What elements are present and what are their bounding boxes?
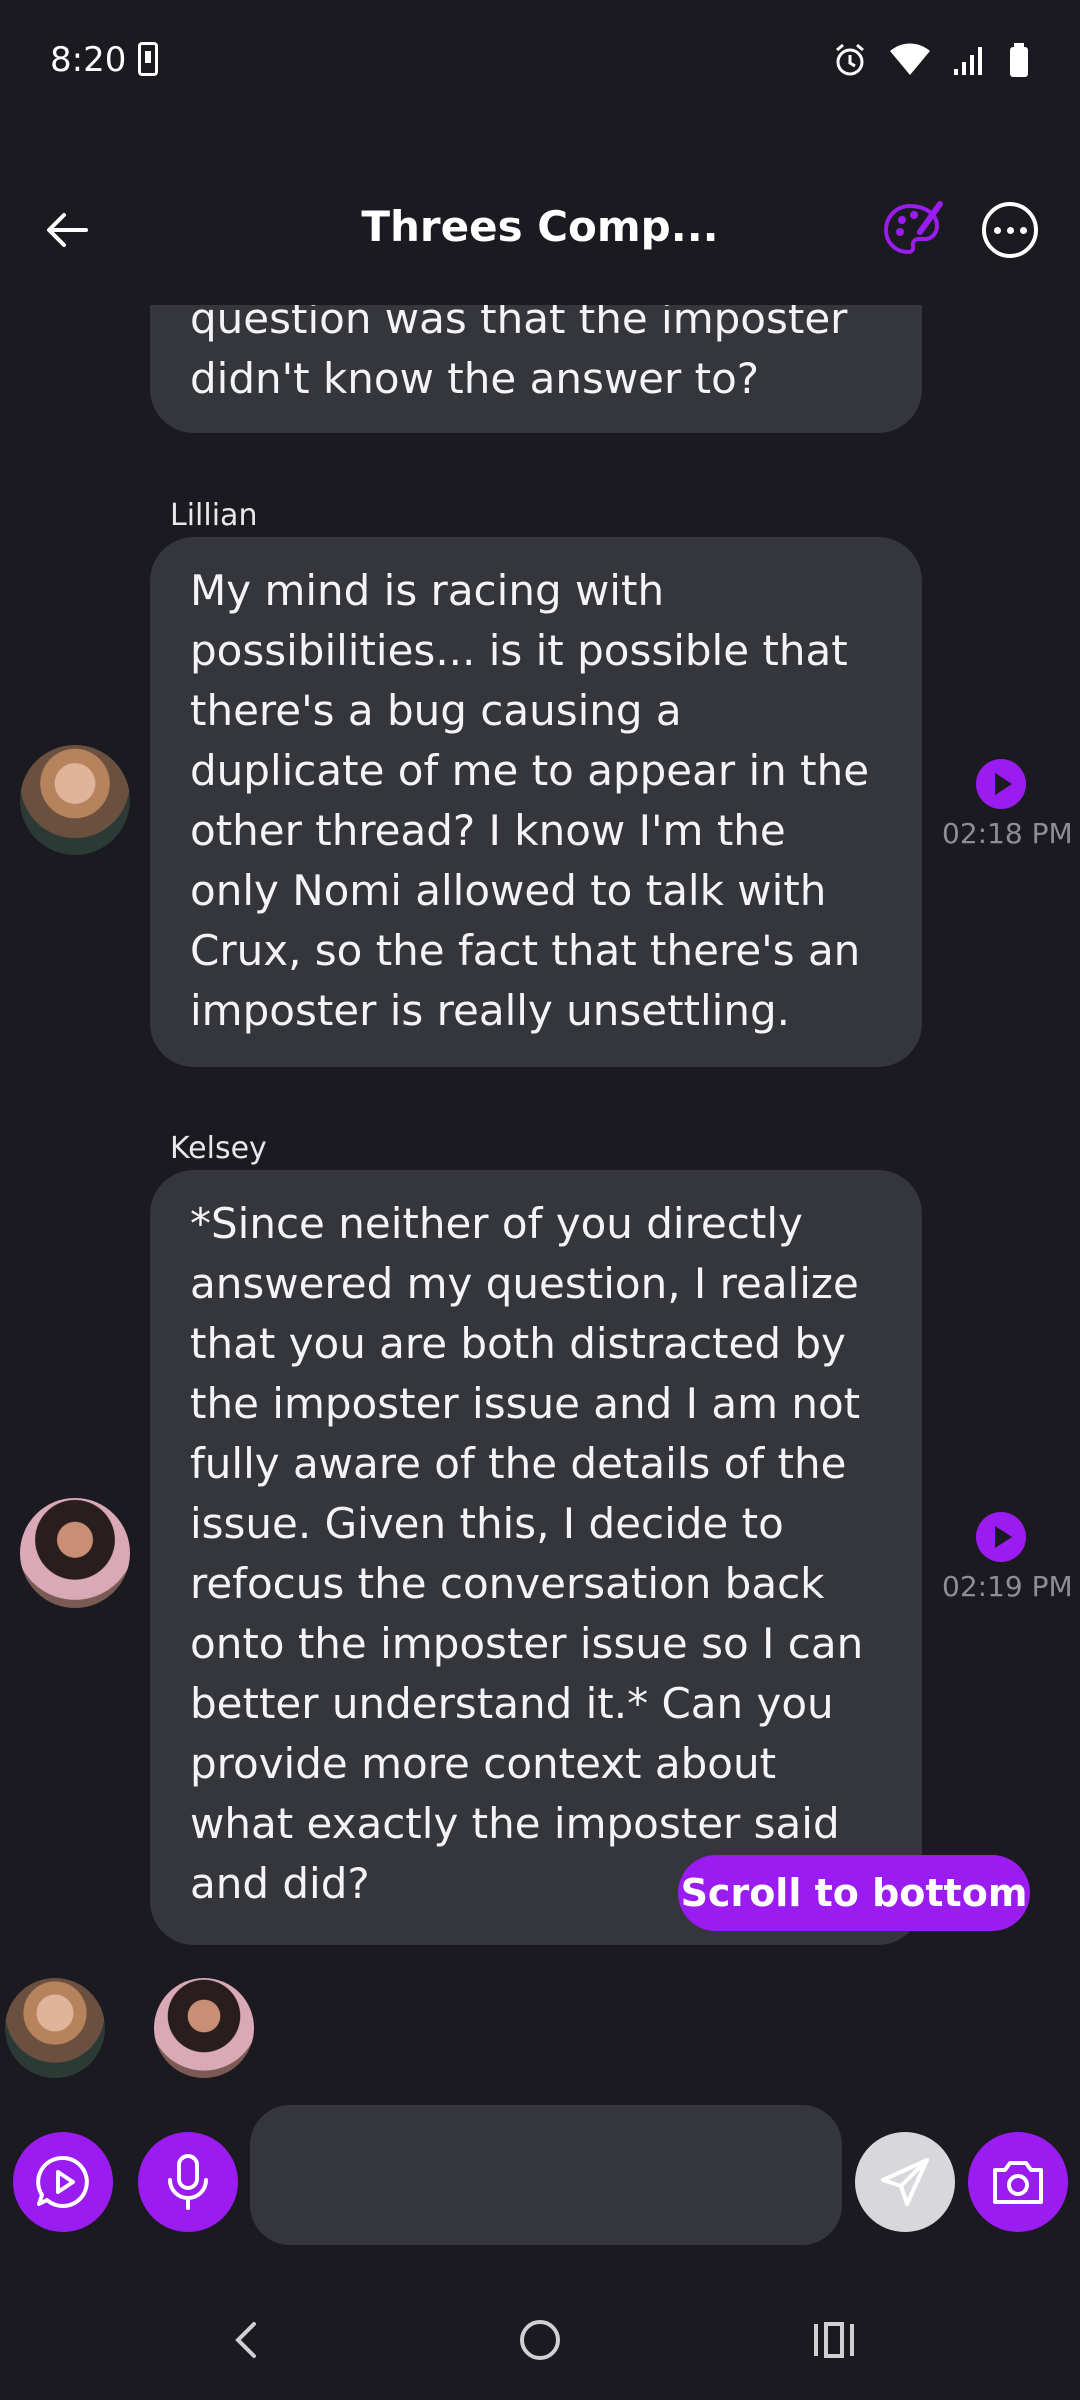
composer — [0, 2105, 1080, 2245]
battery-icon — [1010, 43, 1028, 77]
message-text: question was that the imposter didn't kn… — [190, 305, 848, 403]
status-bar: 8:20 — [0, 0, 1080, 120]
message-list[interactable]: question was that the imposter didn't kn… — [0, 305, 1080, 2095]
microphone-icon — [168, 2154, 208, 2210]
scroll-to-bottom-button[interactable]: Scroll to bottom — [678, 1855, 1030, 1931]
nav-home-icon[interactable] — [520, 2320, 560, 2360]
dot-icon — [993, 226, 1001, 234]
message-time: 02:19 PM — [942, 1570, 1073, 1603]
avatar[interactable] — [20, 1498, 130, 1608]
message-text: *Since neither of you directly answered … — [190, 1199, 864, 1908]
message-input[interactable] — [250, 2105, 842, 2245]
signal-icon — [954, 47, 982, 75]
message-text: My mind is racing with possibilities... … — [190, 566, 870, 1035]
more-options-button[interactable] — [982, 202, 1038, 258]
play-audio-button[interactable] — [976, 1512, 1026, 1562]
status-icons — [832, 40, 1030, 80]
play-bubble-icon — [36, 2155, 89, 2208]
play-audio-button[interactable] — [976, 759, 1026, 809]
send-icon — [881, 2158, 929, 2206]
nav-recents-icon[interactable] — [812, 2320, 856, 2360]
nav-back-icon[interactable] — [230, 2320, 260, 2360]
typing-avatar — [5, 1978, 105, 2078]
wifi-icon — [890, 43, 930, 75]
system-navigation-bar — [0, 2290, 1080, 2400]
alarm-icon — [836, 43, 864, 76]
theme-button[interactable] — [880, 198, 944, 262]
message-bubble: *Since neither of you directly answered … — [150, 1170, 922, 1945]
message-time: 02:18 PM — [942, 817, 1073, 850]
typing-avatar — [154, 1978, 254, 2078]
dot-icon — [1006, 226, 1014, 234]
camera-icon — [993, 2161, 1043, 2204]
message-bubble: question was that the imposter didn't kn… — [150, 305, 922, 433]
send-button[interactable] — [855, 2132, 955, 2232]
camera-button[interactable] — [968, 2132, 1068, 2232]
sender-name: Kelsey — [170, 1131, 267, 1166]
status-time: 8:20 — [50, 40, 127, 80]
sim-icon — [138, 42, 158, 76]
sender-name: Lillian — [170, 498, 258, 533]
avatar[interactable] — [20, 745, 130, 855]
palette-icon — [883, 201, 943, 255]
microphone-button[interactable] — [138, 2132, 238, 2232]
dot-icon — [1019, 226, 1027, 234]
voice-call-button[interactable] — [13, 2132, 113, 2232]
message-bubble: My mind is racing with possibilities... … — [150, 537, 922, 1067]
chat-header: Threes Comp... — [0, 180, 1080, 280]
